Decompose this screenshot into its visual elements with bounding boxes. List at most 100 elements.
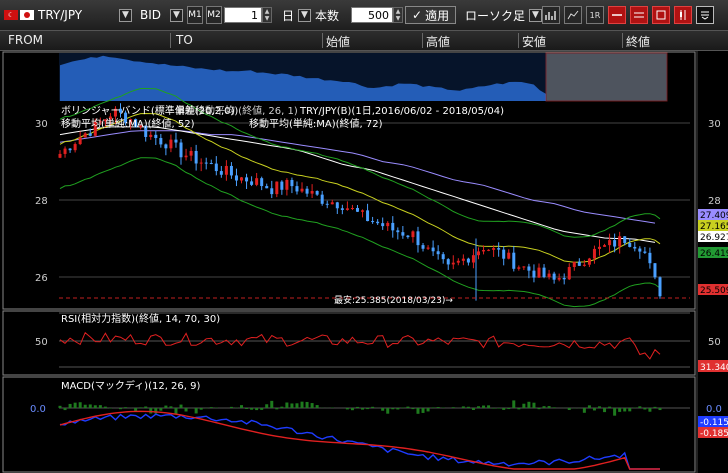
count-input[interactable]: 500 [351, 7, 394, 23]
candle-body [285, 179, 289, 190]
candle-body [73, 144, 77, 151]
line-chart-icon[interactable] [564, 6, 582, 24]
macd-hist-bar [603, 408, 607, 413]
menu-icon[interactable] [696, 6, 714, 24]
candle-body [623, 236, 627, 243]
price-tag-4: 25.509 [700, 286, 728, 296]
candle-body [638, 248, 642, 252]
macd-hist-bar [63, 408, 67, 411]
navigator-overview[interactable] [59, 52, 668, 102]
count-stepper[interactable]: ▲ ▼ [393, 7, 404, 23]
candle-body [643, 251, 647, 253]
macd-hist-bar [169, 406, 173, 408]
red-line-icon[interactable] [608, 6, 626, 24]
red-band-icon[interactable] [630, 6, 648, 24]
candle-body [345, 208, 349, 210]
macd-hist-bar [300, 401, 304, 408]
m1-button[interactable]: M1 [187, 6, 203, 24]
chart-area[interactable]: 30 28 26 30 28 最安:25.385(2018/03/23)→ ボリ… [0, 51, 728, 473]
candle-body [552, 273, 556, 280]
candle-body [547, 273, 551, 278]
chart-type-selector[interactable]: ローソク足 ▼ [465, 0, 543, 30]
macd-hist-bar [502, 408, 506, 410]
candle-body [340, 208, 344, 210]
m1-m2-group: ▼ M1 M2 [170, 0, 222, 30]
chart-type-dropdown-icon[interactable]: ▼ [529, 8, 543, 22]
candle-body [305, 188, 309, 194]
macd-hist-bar [361, 408, 365, 410]
candle-body [159, 138, 163, 145]
col-close[interactable]: 終値 [626, 33, 650, 50]
macd-hist-bar [310, 403, 314, 408]
red-chart-icon[interactable] [652, 6, 670, 24]
candle-body [562, 277, 566, 280]
navigator-window[interactable] [545, 52, 668, 102]
macd-hist-bar [487, 405, 491, 408]
check-icon: ✓ [412, 8, 423, 22]
candle-body [401, 232, 405, 236]
candle-body [315, 191, 319, 195]
candle-body [366, 210, 370, 222]
red-candle-icon[interactable] [674, 6, 692, 24]
rsi-right-tick: 50 [708, 337, 721, 348]
count-dropdown-icon[interactable]: ▼ [298, 8, 311, 22]
pair-selector[interactable]: ☾ TRY/JPY [4, 0, 82, 30]
macd-hist-bar [507, 408, 511, 410]
col-low[interactable]: 安値 [522, 33, 546, 50]
period-dropdown-icon[interactable]: ▼ [170, 8, 183, 22]
col-open[interactable]: 始値 [326, 33, 350, 50]
candle-body [411, 231, 415, 238]
candle-body [476, 251, 480, 256]
macd-hist-bar [58, 405, 62, 408]
candle-body [527, 266, 531, 271]
apply-button[interactable]: ✓ 適用 [405, 6, 457, 24]
macd-hist-bar [229, 406, 233, 408]
bid-dropdown-icon[interactable]: ▼ [119, 8, 132, 22]
y-tick-30: 30 [35, 119, 48, 130]
count-label: 本数 [315, 8, 340, 23]
period-stepper[interactable]: ▲ ▼ [262, 7, 272, 23]
macd-hist-bar [108, 408, 112, 409]
candle-body [209, 163, 213, 165]
macd-hist-bar [391, 408, 395, 410]
macd-hist-bar [416, 408, 420, 414]
macd-hist-bar [426, 408, 430, 412]
macd-hist-bar [159, 408, 163, 411]
candle-body [567, 266, 571, 280]
candle-body [608, 240, 612, 246]
macd-hist-bar [547, 406, 551, 408]
1r-icon[interactable]: 1R [586, 6, 604, 24]
macd-hist-bar [648, 408, 652, 412]
candle-body [234, 175, 238, 181]
macd-hist-bar [255, 408, 259, 411]
macd-hist-bar [406, 406, 410, 408]
candle-body [587, 258, 591, 265]
candle-body [603, 245, 607, 247]
macd-hist-bar [280, 406, 284, 408]
rsi-y-tick: 50 [35, 337, 48, 348]
macd-hist-bar [587, 405, 591, 408]
price-tag-0: 27.409 [700, 211, 728, 221]
candle-body [618, 236, 622, 247]
bar-chart-icon[interactable] [542, 6, 560, 24]
m2-button[interactable]: M2 [206, 6, 222, 24]
macd-value-tag: -0.115 [700, 418, 728, 428]
bid-selector[interactable]: ▼ BID [119, 0, 161, 30]
candle-body [58, 153, 62, 158]
col-high[interactable]: 高値 [426, 33, 450, 50]
overlay-label: 単純移動平均 (終値, 26, 1) [175, 104, 298, 117]
col-from[interactable]: FROM [8, 33, 43, 47]
ma52-line [59, 126, 656, 243]
y-tick-26: 26 [35, 273, 48, 284]
candle-body [648, 252, 652, 264]
macd-hist-bar [73, 402, 77, 408]
column-header: FROM TO 始値 高値 安値 終値 [0, 31, 728, 51]
candle-body [542, 267, 546, 278]
candle-body [240, 177, 244, 181]
period-input[interactable]: 1 [224, 7, 262, 23]
turkey-flag-icon: ☾ [4, 10, 18, 20]
ma72-label: 移動平均(単純:MA)(終値, 72) [249, 117, 383, 130]
col-to[interactable]: TO [176, 33, 193, 47]
macd-hist-bar [285, 402, 289, 408]
chart-title: TRY/JPY(B)(1日,2016/06/02 - 2018/05/04) [299, 106, 504, 117]
